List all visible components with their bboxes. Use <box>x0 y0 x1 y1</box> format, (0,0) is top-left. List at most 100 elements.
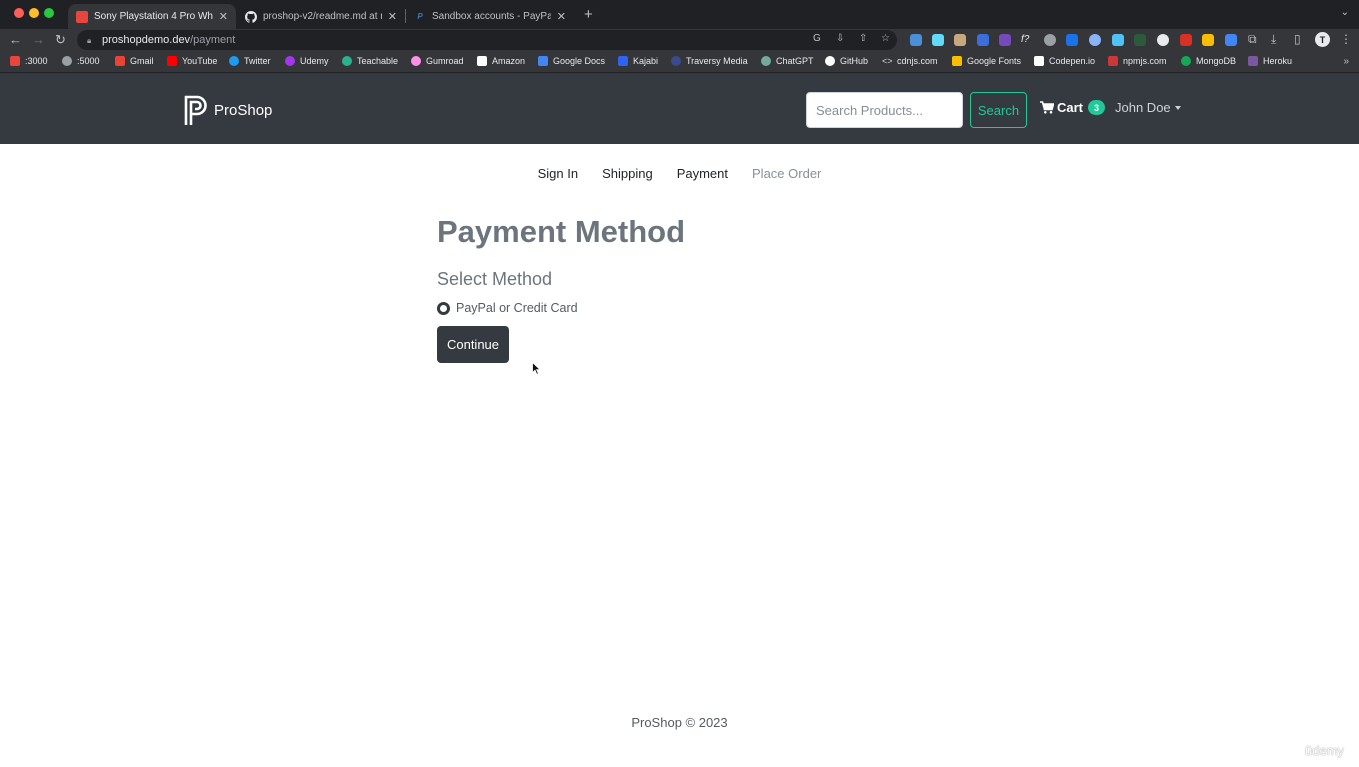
bookmark-label: ChatGPT <box>776 56 814 66</box>
browser-tab-active[interactable]: Sony Playstation 4 Pro White V ✕ <box>68 4 236 29</box>
puzzle-extensions-icon[interactable]: ⧉ <box>1248 32 1257 47</box>
payment-option-paypal[interactable]: PayPal or Credit Card <box>437 301 578 315</box>
address-bar[interactable]: 🔒︎ proshopdemo.dev/payment <box>77 30 897 50</box>
reload-icon[interactable]: ↻ <box>55 32 66 48</box>
udemy-icon <box>285 56 295 66</box>
minimize-window-button[interactable] <box>29 8 39 18</box>
close-tab-icon[interactable]: ✕ <box>388 10 397 23</box>
more-menu-icon[interactable]: ⋮ <box>1340 32 1352 46</box>
extension-icon[interactable] <box>910 34 922 46</box>
extension-icon[interactable] <box>954 34 966 46</box>
color-picker-icon[interactable] <box>1202 34 1214 46</box>
extension-icon[interactable] <box>1112 34 1124 46</box>
step-sign-in[interactable]: Sign In <box>526 166 590 181</box>
bookmark-label: MongoDB <box>1196 56 1237 66</box>
new-tab-icon[interactable]: + <box>584 6 593 23</box>
tab-title: Sony Playstation 4 Pro White V <box>94 11 213 22</box>
cart-link[interactable]: Cart 3 <box>1040 100 1106 115</box>
site-header: ProShop Search Cart 3 John Doe <box>0 73 1359 144</box>
bookmark-item[interactable]: MongoDB <box>1181 56 1236 66</box>
extension-icon[interactable] <box>1089 34 1101 46</box>
search-button[interactable]: Search <box>970 92 1027 128</box>
user-dropdown[interactable]: John Doe <box>1115 100 1181 115</box>
udemy-watermark: ūdemy <box>1305 743 1345 758</box>
bookmark-label: Heroku <box>1263 56 1293 66</box>
google-fonts-icon <box>952 56 962 66</box>
step-place-order: Place Order <box>752 166 822 181</box>
google-docs-icon <box>538 56 548 66</box>
side-panel-icon[interactable]: ▯ <box>1294 32 1301 46</box>
code-brackets-icon: <> <box>882 56 893 66</box>
mongodb-icon <box>1181 56 1191 66</box>
brand-logo[interactable]: ProShop <box>184 95 272 126</box>
bookmark-item[interactable]: npmjs.com <box>1108 56 1167 66</box>
bookmark-item[interactable]: GitHub <box>825 56 868 66</box>
maximize-window-button[interactable] <box>44 8 54 18</box>
bookmark-item[interactable]: Heroku <box>1248 56 1292 66</box>
bookmark-item[interactable]: :5000 <box>62 56 100 66</box>
bookmark-item[interactable]: ChatGPT <box>761 56 814 66</box>
step-shipping[interactable]: Shipping <box>590 166 665 181</box>
payment-option-label[interactable]: PayPal or Credit Card <box>456 301 578 315</box>
bookmark-item[interactable]: Amazon <box>477 56 525 66</box>
radio-checked[interactable] <box>437 301 450 315</box>
bookmark-item[interactable]: Google Docs <box>538 56 605 66</box>
continue-button[interactable]: Continue <box>437 326 509 363</box>
browser-tab[interactable]: proshop-v2/readme.md at mai ✕ <box>237 4 405 29</box>
settings-extension-icon[interactable] <box>1044 34 1056 46</box>
chatgpt-icon <box>761 56 771 66</box>
bookmark-label: Traversy Media <box>686 56 748 66</box>
forward-arrow-icon[interactable]: → <box>32 32 45 47</box>
google-lens-icon[interactable]: G <box>813 33 821 44</box>
extension-icon[interactable] <box>1180 34 1192 46</box>
install-app-icon[interactable]: ⇩ <box>836 33 844 44</box>
browser-tab[interactable]: P Sandbox accounts - PayPal De ✕ <box>406 4 574 29</box>
bookmark-item[interactable]: <> cdnjs.com <box>882 56 938 66</box>
bookmark-item[interactable]: :3000 <box>10 56 48 66</box>
extension-icon[interactable] <box>1066 34 1078 46</box>
bookmark-label: :5000 <box>77 56 100 66</box>
extension-icon[interactable] <box>977 34 989 46</box>
download-icon[interactable]: ⤓ <box>1271 32 1276 47</box>
redux-devtools-icon[interactable] <box>999 34 1011 46</box>
tab-search-chevron-icon[interactable]: ⌄ <box>1341 7 1349 18</box>
cart-count-badge: 3 <box>1088 100 1106 115</box>
more-bookmarks-icon[interactable]: » <box>1343 56 1349 67</box>
proshop-logo-icon <box>184 95 207 125</box>
shopping-cart-icon <box>1040 101 1054 114</box>
react-devtools-icon[interactable] <box>932 34 944 46</box>
mouse-pointer-icon <box>532 362 541 375</box>
bookmark-item[interactable]: Kajabi <box>618 56 658 66</box>
back-arrow-icon[interactable]: ← <box>9 32 22 47</box>
bookmark-label: Google Docs <box>553 56 606 66</box>
twitter-icon <box>229 56 239 66</box>
bookmark-item[interactable]: Teachable <box>342 56 398 66</box>
bookmark-favicon-icon <box>62 56 72 66</box>
bookmark-label: cdnjs.com <box>897 56 938 66</box>
extension-icon[interactable] <box>1225 34 1237 46</box>
bookmark-item[interactable]: Udemy <box>285 56 329 66</box>
search-input[interactable] <box>806 92 963 128</box>
close-tab-icon[interactable]: ✕ <box>557 10 566 23</box>
extension-icon[interactable] <box>1157 34 1169 46</box>
gumroad-icon <box>411 56 421 66</box>
close-tab-icon[interactable]: ✕ <box>219 10 228 23</box>
lock-icon: 🔒︎ <box>87 35 92 45</box>
bookmark-item[interactable]: Twitter <box>229 56 271 66</box>
bookmark-item[interactable]: YouTube <box>167 56 217 66</box>
bookmark-item[interactable]: Google Fonts <box>952 56 1021 66</box>
bookmark-item[interactable]: Traversy Media <box>671 56 748 66</box>
extension-icon[interactable] <box>1134 34 1146 46</box>
bookmark-item[interactable]: Codepen.io <box>1034 56 1095 66</box>
bookmark-item[interactable]: Gmail <box>115 56 154 66</box>
bookmark-item[interactable]: Gumroad <box>411 56 464 66</box>
step-payment[interactable]: Payment <box>665 166 740 181</box>
share-icon[interactable]: ⇧ <box>859 33 867 44</box>
bookmark-star-icon[interactable]: ☆ <box>881 33 890 44</box>
bookmark-label: Twitter <box>244 56 271 66</box>
close-window-button[interactable] <box>14 8 24 18</box>
function-extension-icon[interactable]: f? <box>1021 34 1033 46</box>
profile-avatar[interactable]: T <box>1315 32 1330 47</box>
github-icon <box>825 56 835 66</box>
bookmark-label: Google Fonts <box>967 56 1022 66</box>
